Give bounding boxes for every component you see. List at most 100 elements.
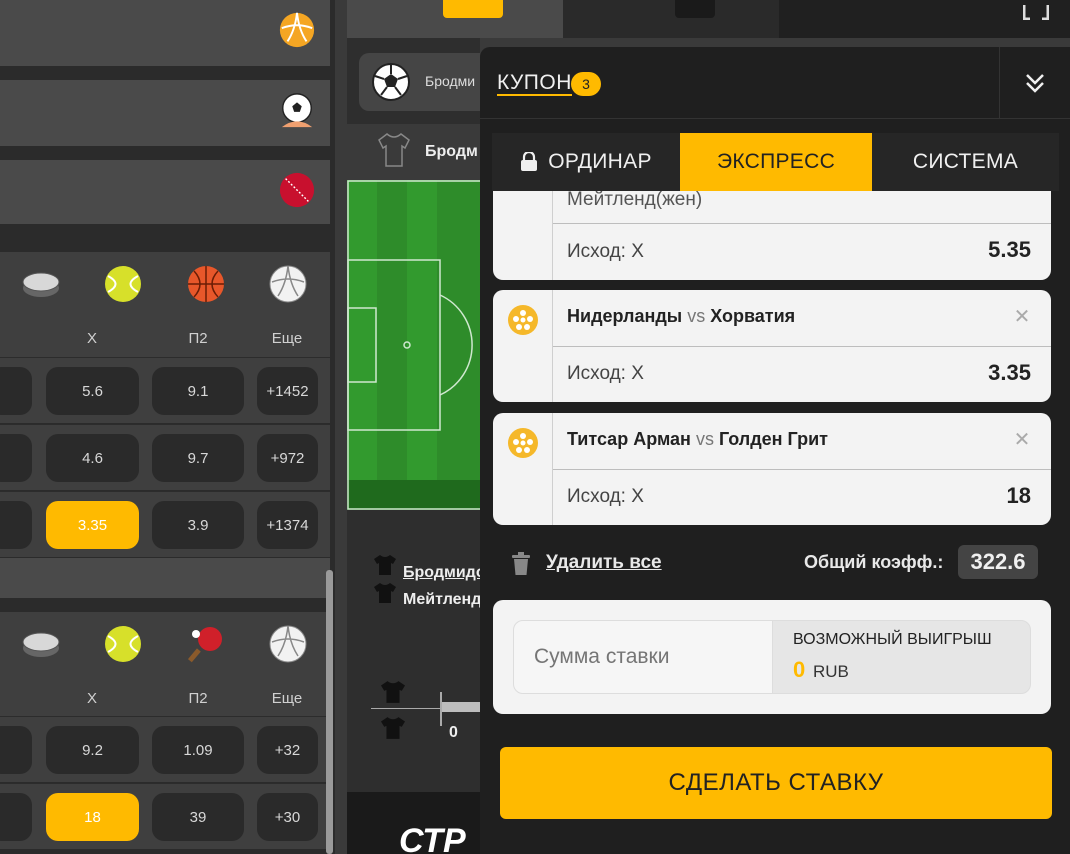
event-row: 5.6 9.1 +1452 [0,357,330,423]
odd-button-p2[interactable]: 9.7 [152,434,244,482]
odd-button-x[interactable]: 9.2 [46,726,139,774]
home-team: Нидерланды [567,306,683,326]
odd-button-p2[interactable]: 3.9 [152,501,244,549]
cricket-ball-icon [279,172,315,208]
col-label-p2: П2 [188,690,208,707]
place-bet-button[interactable]: СДЕЛАТЬ СТАВКУ [500,747,1052,819]
lock-icon [521,152,538,171]
bet-type-tabs: ОРДИНАР ЭКСПРЕСС СИСТЕМА [492,133,1059,191]
total-odds-label: Общий коэфф.: [804,552,944,572]
col-label-p2: П2 [188,330,208,347]
col-label-more: Еще [271,330,303,347]
volleyball-icon [269,265,307,303]
tennis-ball-icon [105,626,141,662]
odd-button-x[interactable]: 5.6 [46,367,139,415]
bet-card: Титсар Арман vs Голден Грит ✕ Исход: X 1… [493,413,1051,525]
tab-badge [675,0,715,18]
league-header[interactable] [0,558,330,598]
tab-live-line[interactable] [347,0,563,38]
tab-badge [443,0,503,18]
more-markets-button[interactable]: +1374 [257,501,318,549]
odd-button-p1[interactable] [0,501,32,549]
coupon-count-badge: 3 [571,72,601,96]
delete-all-label: Удалить все [546,552,662,573]
currency-label: RUB [813,662,849,681]
left-events-pane: X П2 Еще 5.6 9.1 +1452 4.6 9.7 +972 3.35… [0,0,335,854]
jersey-icon [374,583,396,603]
bet-coupon-panel: КУПОН 3 Мейтленд(жен) Исход: X 5.35 ОРДИ… [480,47,1070,854]
odd-button-p1[interactable] [0,434,32,482]
odd-button-x[interactable]: 4.6 [46,434,139,482]
sport-icon-cell [493,413,553,525]
jersey-icon [381,717,405,739]
sport-icon-cell [493,290,553,402]
away-team: Хорватия [710,306,796,326]
away-team: Голден Грит [718,429,828,449]
odd-button-x-selected[interactable]: 18 [46,793,139,841]
bet-outcome: Исход: X [567,486,644,508]
handball-icon [508,428,538,458]
sports-icons-row: X П2 Еще [0,252,330,357]
bet-outcome: Исход: X [567,241,644,263]
trash-icon [512,552,530,575]
jersey-outline-icon [378,133,410,167]
collapse-coupon-button[interactable] [999,47,1070,119]
odd-button-p2[interactable]: 1.09 [152,726,244,774]
hockey-puck-icon [22,632,60,657]
remove-bet-button[interactable]: ✕ [1013,430,1031,450]
fullscreen-icon[interactable] [1023,4,1049,20]
col-label-x: X [86,330,97,347]
potential-win-box: ВОЗМОЖНЫЙ ВЫИГРЫШ 0 RUB [772,620,1031,694]
lineup-section: Бродмидо Мейтленд 0 СТР [347,510,480,854]
soccer-ball-icon [281,93,313,128]
sports-icons-row: X П2 Еще [0,612,330,717]
bet-divider [553,223,1051,224]
tennis-ball-icon [105,266,141,302]
stat-bar [442,702,480,712]
stat-value: 0 [449,724,458,741]
sport-row-cricket[interactable] [0,160,330,224]
odd-button-p1[interactable] [0,726,32,774]
more-markets-button[interactable]: +32 [257,726,318,774]
vs-label: vs [695,429,714,449]
odd-button-p2[interactable]: 39 [152,793,244,841]
more-markets-button[interactable]: +972 [257,434,318,482]
stake-box: ВОЗМОЖНЫЙ ВЫИГРЫШ 0 RUB [493,600,1051,714]
vs-label: vs [687,306,706,326]
match-chip[interactable]: Бродми [359,53,480,111]
bet-teams: Нидерланды vs Хорватия [567,306,795,327]
more-markets-button[interactable]: +30 [257,793,318,841]
sport-row-volleyball[interactable] [0,0,330,66]
more-markets-button[interactable]: +1452 [257,367,318,415]
odd-button-p1[interactable] [0,793,32,841]
tab-single[interactable]: ОРДИНАР [492,133,680,191]
odd-button-x-selected[interactable]: 3.35 [46,501,139,549]
outcome-value: X [631,486,644,507]
bet-teams: Титсар Арман vs Голден Грит [567,429,828,450]
event-row: 3.35 3.9 +1374 [0,491,330,557]
bet-outcome: Исход: X [567,363,644,385]
stat-divider [371,708,441,709]
home-team: Титсар Арман [567,429,691,449]
scrollbar[interactable] [326,570,333,854]
promo-banner-text: СТР [399,822,466,854]
remove-bet-button[interactable]: ✕ [1013,307,1031,327]
potential-win-amount: 0 [793,657,806,682]
stake-amount-input[interactable] [513,620,773,694]
odd-button-p1[interactable] [0,367,32,415]
tab-system[interactable]: СИСТЕМА [872,133,1059,191]
tab-live-tv[interactable] [563,0,779,38]
sport-row-football[interactable] [0,80,330,146]
potential-win-title: ВОЗМОЖНЫЙ ВЫИГРЫШ [793,631,992,648]
promo-banner[interactable]: СТР [347,792,480,854]
match-chip-label: Бродми [425,73,476,89]
col-label-x: X [86,690,97,707]
event-row: 4.6 9.7 +972 [0,424,330,490]
outcome-label: Исход: [567,363,626,384]
tab-express[interactable]: ЭКСПРЕСС [680,133,872,191]
team-a-label[interactable]: Бродмидо [403,564,480,582]
odd-button-p2[interactable]: 9.1 [152,367,244,415]
outcome-value: X [631,363,644,384]
event-row: 9.2 1.09 +32 [0,716,330,782]
bet-teams-tail: Мейтленд(жен) [567,189,703,210]
